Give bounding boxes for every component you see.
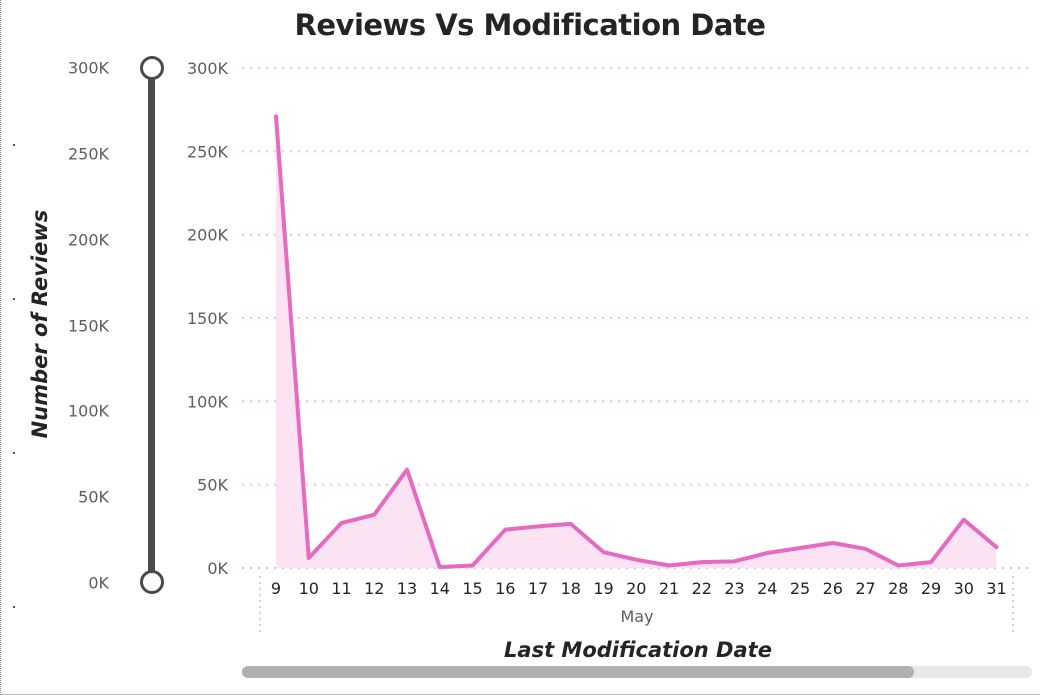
x-tick-label: 20 xyxy=(626,579,646,598)
x-axis-group: May xyxy=(620,607,653,626)
line-chart: 0K 50K 100K 150K 200K 250K 300K 9 10 11 12 13 14 15 1… xyxy=(187,59,1032,632)
x-tick-label: 22 xyxy=(692,579,712,598)
y-tick-label: 250K xyxy=(187,142,229,161)
y-tick-label: 300K xyxy=(187,59,229,78)
x-tick-label: 25 xyxy=(790,579,810,598)
x-tick-label: 31 xyxy=(986,579,1006,598)
y-tick-label: 150K xyxy=(187,309,229,328)
x-tick-label: 29 xyxy=(921,579,941,598)
x-tick-label: 17 xyxy=(528,579,548,598)
y-tick-label: 200K xyxy=(187,226,229,245)
x-tick-label: 21 xyxy=(659,579,679,598)
x-tick-label: 18 xyxy=(561,579,581,598)
y-tick-label: 50K xyxy=(197,476,228,495)
x-tick-label: 14 xyxy=(430,579,450,598)
x-tick-label: 19 xyxy=(593,579,613,598)
x-tick-label: 9 xyxy=(271,579,281,598)
x-tick-label: 13 xyxy=(397,579,417,598)
y-tick-label: 0K xyxy=(207,559,228,578)
x-tick-label: 24 xyxy=(757,579,777,598)
x-tick-label: 16 xyxy=(495,579,515,598)
x-tick-label: 10 xyxy=(299,579,319,598)
y-axis-ticks: 0K 50K 100K 150K 200K 250K 300K xyxy=(187,59,229,578)
x-axis-ticks: 9 10 11 12 13 14 15 16 17 18 19 20 21 22 23 24 25 26 27 28 2… xyxy=(271,579,1007,598)
horizontal-scrollbar-thumb[interactable] xyxy=(242,666,914,678)
series-reviews xyxy=(274,114,999,570)
series-line xyxy=(274,114,999,570)
x-tick-label: 12 xyxy=(364,579,384,598)
x-tick-label: 26 xyxy=(823,579,843,598)
x-tick-label: 30 xyxy=(954,579,974,598)
x-tick-label: 11 xyxy=(331,579,351,598)
x-tick-label: 23 xyxy=(724,579,744,598)
x-tick-label: 15 xyxy=(462,579,482,598)
y-tick-label: 100K xyxy=(187,392,229,411)
x-tick-label: 28 xyxy=(888,579,908,598)
x-group-label: May xyxy=(620,607,653,626)
x-tick-label: 27 xyxy=(855,579,875,598)
x-axis-title: Last Modification Date xyxy=(504,638,772,662)
